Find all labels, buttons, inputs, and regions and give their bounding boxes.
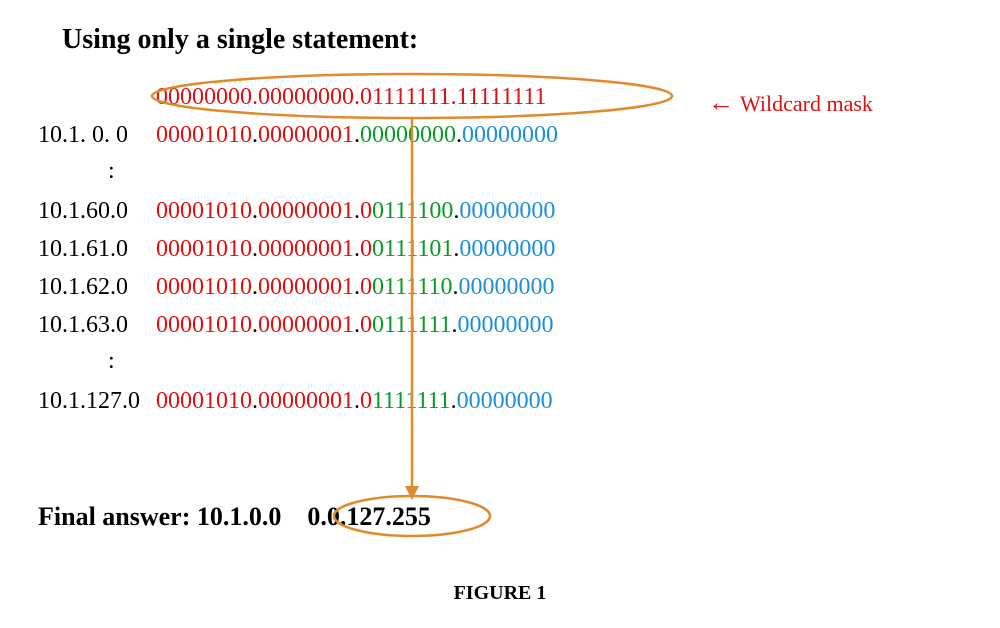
octet3-tail: 0111101 xyxy=(372,236,453,262)
octet3-tail: 1111111 xyxy=(372,388,451,414)
octet1: 00001010 xyxy=(156,122,252,148)
ip-address: 10.1.127.0 xyxy=(38,388,150,415)
octet1: 00001010 xyxy=(156,388,252,414)
address-row: 10.1.61.0 00001010.00000001.00111101.000… xyxy=(38,236,555,263)
diagram-title: Using only a single statement: xyxy=(62,24,418,56)
octet3-tail: 0111111 xyxy=(372,312,452,338)
octet3-head: 0 xyxy=(360,198,372,224)
ip-address: 10.1.61.0 xyxy=(38,236,150,263)
figure-label: FIGURE 1 xyxy=(0,582,1000,605)
final-answer-row: Final answer: 10.1.0.0 0.0.127.255 xyxy=(38,502,431,532)
final-network: 10.1.0.0 xyxy=(197,502,282,531)
final-wildcard-mask: 0.0.127.255 xyxy=(307,502,431,531)
octet2: 00000001 xyxy=(258,198,354,224)
address-row: 10.1. 0. 0 00001010.00000001.00000000.00… xyxy=(38,122,558,149)
octet3-head: 0 xyxy=(360,388,372,414)
ip-address: 10.1.60.0 xyxy=(38,198,150,225)
wildcard-mask-label-group: ←Wildcard mask xyxy=(708,88,873,118)
octet4: 00000000 xyxy=(458,274,554,300)
address-row: 10.1.60.0 00001010.00000001.00111100.000… xyxy=(38,198,555,225)
ip-address: 10.1.62.0 xyxy=(38,274,150,301)
arrow-head-icon xyxy=(405,486,419,500)
octet3-head: 0 xyxy=(360,312,372,338)
final-answer-label: Final answer: xyxy=(38,502,197,531)
vertical-dots-icon: : xyxy=(108,348,115,375)
octet1: 00001010 xyxy=(156,274,252,300)
wildcard-mask-label: Wildcard mask xyxy=(740,91,873,116)
octet2: 00000001 xyxy=(258,236,354,262)
octet3-tail: 0111100 xyxy=(372,198,453,224)
address-row: 10.1.62.0 00001010.00000001.00111110.000… xyxy=(38,274,554,301)
octet3-tail: 0111110 xyxy=(372,274,452,300)
octet1: 00001010 xyxy=(156,236,252,262)
wildcard-mask-binary: 00000000.00000000.01111111.11111111 xyxy=(156,84,546,110)
octet2: 00000001 xyxy=(258,388,354,414)
octet2: 00000001 xyxy=(258,312,354,338)
octet1: 00001010 xyxy=(156,198,252,224)
address-row: 10.1.127.0 00001010.00000001.01111111.00… xyxy=(38,388,553,415)
octet2: 00000001 xyxy=(258,274,354,300)
vertical-dots-icon: : xyxy=(108,158,115,185)
octet4: 00000000 xyxy=(459,236,555,262)
octet4: 00000000 xyxy=(459,198,555,224)
octet1: 00001010 xyxy=(156,312,252,338)
address-row: 10.1.63.0 00001010.00000001.00111111.000… xyxy=(38,312,554,339)
octet3-head: 0 xyxy=(360,236,372,262)
ip-address: 10.1.63.0 xyxy=(38,312,150,339)
octet3-head: 0 xyxy=(360,122,372,148)
wildcard-mask-row: 00000000.00000000.01111111.11111111 xyxy=(38,84,546,111)
octet3-head: 0 xyxy=(360,274,372,300)
octet4: 00000000 xyxy=(458,312,554,338)
octet2: 00000001 xyxy=(258,122,354,148)
octet3-tail: 0000000 xyxy=(372,122,456,148)
octet4: 00000000 xyxy=(457,388,553,414)
arrow-left-icon: ← xyxy=(708,88,734,117)
ip-address: 10.1. 0. 0 xyxy=(38,122,150,149)
octet4: 00000000 xyxy=(462,122,558,148)
